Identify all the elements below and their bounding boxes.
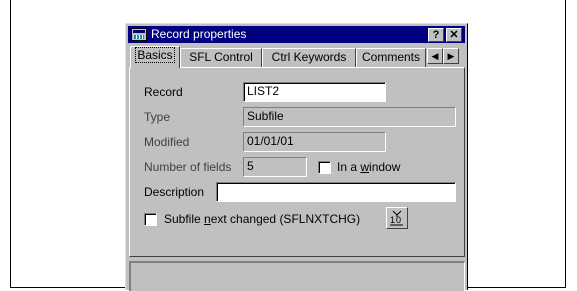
record-label: Record bbox=[144, 85, 183, 99]
indicator-icon[interactable]: 1 0 bbox=[386, 207, 408, 229]
tab-strip: Basics SFL Control Ctrl Keywords Comment… bbox=[130, 46, 465, 68]
type-label: Type bbox=[144, 110, 171, 124]
window-title: Record properties bbox=[151, 27, 247, 41]
help-button[interactable]: ? bbox=[428, 28, 444, 42]
title-bar[interactable]: Record properties ? ✕ bbox=[128, 26, 465, 43]
subfile-next-changed-label[interactable]: Subfile next changed (SFLNXTCHG) bbox=[164, 212, 360, 226]
description-label: Description bbox=[144, 185, 205, 199]
close-button[interactable]: ✕ bbox=[446, 28, 462, 42]
indicator-glyph-icon: 1 0 bbox=[390, 210, 403, 226]
svg-text:1: 1 bbox=[390, 215, 395, 225]
number-of-fields-field: 5 bbox=[243, 157, 307, 177]
modified-label: Modified bbox=[144, 135, 190, 149]
description-field[interactable] bbox=[216, 182, 456, 202]
in-window-checkbox[interactable] bbox=[318, 161, 331, 174]
modified-field: 01/01/01 bbox=[243, 132, 386, 152]
number-of-fields-label: Number of fields bbox=[144, 160, 232, 174]
preview-area bbox=[129, 261, 465, 291]
tab-basics[interactable]: Basics bbox=[130, 46, 180, 68]
record-properties-dialog: Record properties ? ✕ Basics SFL Control… bbox=[125, 23, 468, 291]
tab-scroll-right-icon[interactable]: ▶ bbox=[443, 48, 459, 64]
type-field: Subfile bbox=[243, 107, 456, 127]
subfile-next-changed-checkbox[interactable] bbox=[144, 213, 157, 226]
record-name-field[interactable]: LIST2 bbox=[243, 82, 386, 102]
basics-panel: Record LIST2 Type Subfile Modified 01/01… bbox=[129, 67, 465, 257]
tab-scroll-left-icon[interactable]: ◀ bbox=[427, 48, 443, 64]
tab-sfl-control[interactable]: SFL Control bbox=[180, 48, 262, 67]
tab-ctrl-keywords[interactable]: Ctrl Keywords bbox=[262, 48, 356, 67]
window-icon bbox=[131, 28, 147, 41]
in-window-label[interactable]: In a window bbox=[337, 160, 400, 174]
tab-comments[interactable]: Comments bbox=[356, 48, 426, 67]
